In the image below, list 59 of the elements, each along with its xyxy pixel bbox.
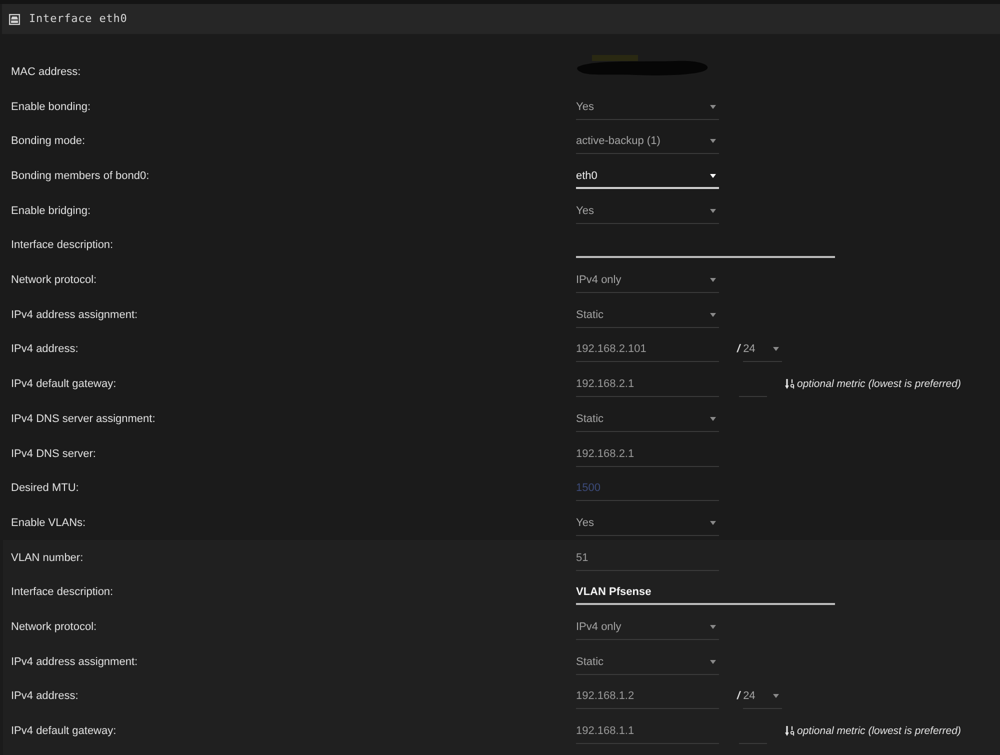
field-label: IPv4 address: <box>11 689 78 704</box>
dropdown[interactable]: Yes <box>576 98 719 120</box>
field-label: IPv4 address: <box>11 342 78 358</box>
caret-icon <box>710 208 716 213</box>
field-label: VLAN number: <box>11 550 84 566</box>
sort-down-icon <box>785 726 795 736</box>
field-label: Network protocol: <box>11 273 97 288</box>
port-icon <box>9 14 20 24</box>
dropdown[interactable]: IPv4 only <box>576 271 719 294</box>
caret-icon <box>710 312 716 317</box>
text-field[interactable]: 192.168.2.1 <box>576 375 719 398</box>
caret-icon <box>773 694 780 698</box>
text-field[interactable]: 51 <box>576 548 719 571</box>
field-label: IPv4 default gateway: <box>11 724 116 740</box>
caret-icon <box>710 624 716 629</box>
dropdown[interactable]: Static <box>576 306 719 328</box>
caret-icon <box>710 520 716 525</box>
text-field[interactable]: 192.168.2.1 <box>576 444 719 467</box>
panel-title: Interface eth0 <box>29 12 128 26</box>
dropdown[interactable]: Static <box>576 410 719 432</box>
caret-icon <box>773 347 780 352</box>
text-field[interactable]: 192.168.1.1 <box>576 722 719 744</box>
caret-icon <box>710 416 716 421</box>
sort-down-icon <box>785 379 795 390</box>
caret-icon <box>710 104 716 109</box>
caret-icon <box>710 278 716 282</box>
dropdown[interactable]: active-backup (1) <box>576 132 719 154</box>
caret-icon <box>710 174 716 178</box>
field-label: IPv4 default gateway: <box>11 377 116 392</box>
field-label: IPv4 address assignment: <box>11 308 138 323</box>
field-label: Interface description: <box>11 238 114 254</box>
field-label: IPv4 DNS server: <box>11 446 96 462</box>
field-label: Bonding members of bond0: <box>11 169 150 184</box>
field-label: Interface description: <box>11 585 114 600</box>
field-label: Desired MTU: <box>11 481 79 496</box>
field-label: Enable bridging: <box>11 204 91 219</box>
prefix-separator: / <box>737 342 740 358</box>
dropdown[interactable]: IPv4 only <box>576 618 719 640</box>
prefix-dropdown[interactable]: 24 <box>743 687 782 710</box>
dropdown[interactable]: Yes <box>576 202 719 224</box>
prefix-separator: / <box>737 689 740 704</box>
dropdown[interactable]: eth0 <box>576 167 719 190</box>
caret-icon <box>710 660 716 664</box>
field-label: Enable VLANs: <box>11 516 86 531</box>
text-field[interactable]: 192.168.2.101 <box>576 340 719 362</box>
field-label: Bonding mode: <box>11 134 85 150</box>
metric-hint: optional metric (lowest is preferred) <box>797 724 961 740</box>
field-label: Enable bonding: <box>11 100 91 115</box>
field-label: IPv4 DNS server assignment: <box>11 412 156 427</box>
field-label: MAC address: <box>11 64 81 80</box>
dropdown[interactable]: Yes <box>576 514 719 536</box>
metric-hint: optional metric (lowest is preferred) <box>797 377 961 392</box>
caret-icon <box>710 139 716 144</box>
field-label: IPv4 address assignment: <box>11 654 138 670</box>
text-field[interactable]: VLAN Pfsense <box>576 583 835 606</box>
dropdown[interactable]: Static <box>576 652 719 675</box>
text-field[interactable]: 192.168.1.2 <box>576 687 719 710</box>
prefix-dropdown[interactable]: 24 <box>743 340 782 362</box>
field-label: Network protocol: <box>11 620 97 635</box>
